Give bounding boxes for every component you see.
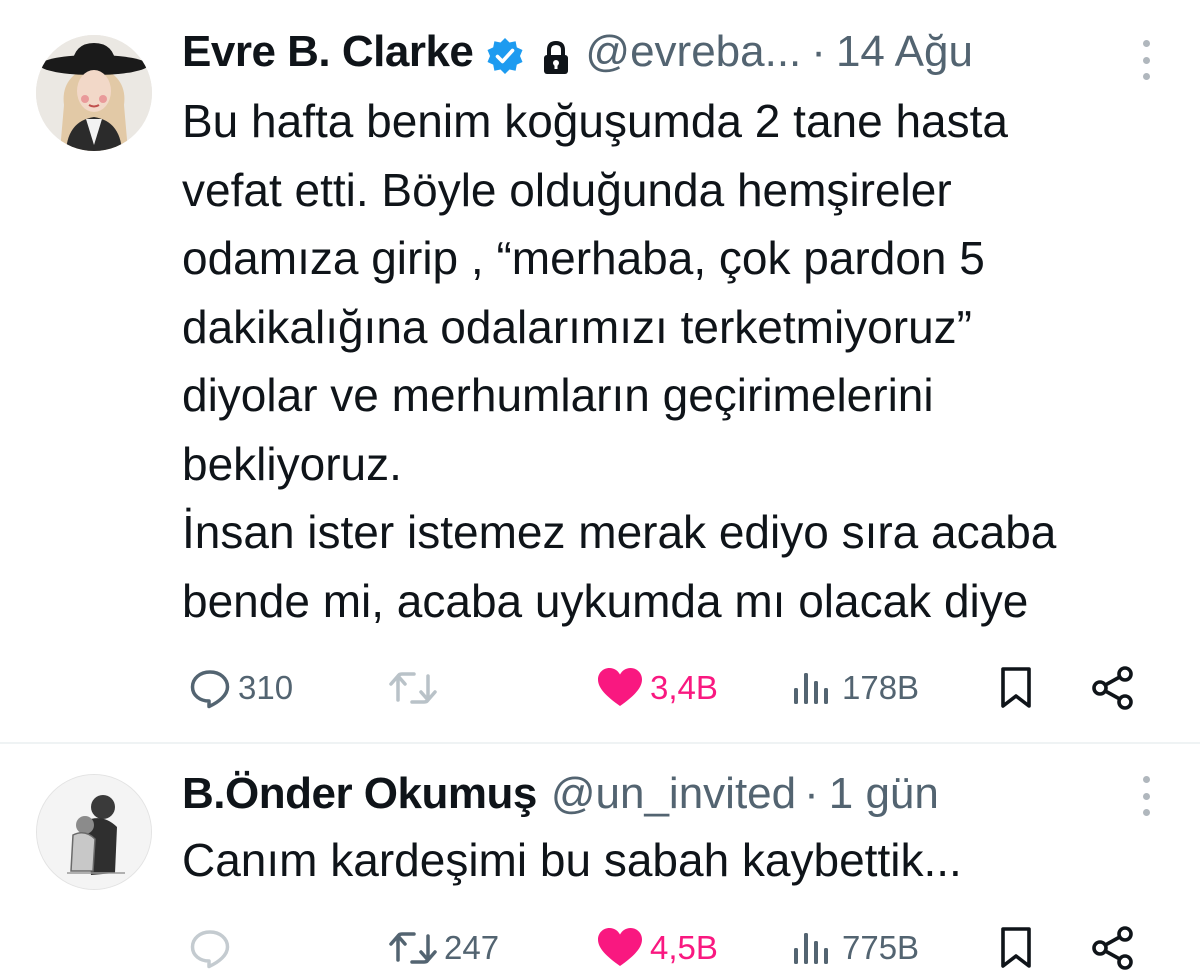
bookmark-icon: [994, 924, 1038, 972]
views-icon: [788, 666, 836, 710]
lock-icon: [541, 33, 571, 74]
reply-icon: [188, 926, 232, 970]
tweet-header: Evre B. Clarke @evreba... · 14 Ağu: [182, 22, 1164, 82]
like-button[interactable]: 3,4B: [596, 658, 718, 718]
retweet-count: 247: [444, 929, 500, 966]
timestamp[interactable]: 14 Ağu: [836, 22, 973, 82]
views-button[interactable]: 178B: [788, 658, 919, 718]
timestamp[interactable]: 1 gün: [829, 764, 939, 824]
avatar[interactable]: [36, 774, 152, 890]
tweet[interactable]: B.Önder Okumuş @un_invited · 1 gün Canım…: [0, 744, 1200, 978]
more-vertical-icon[interactable]: [1140, 776, 1152, 816]
tweet-text: Canım kardeşimi bu sabah kaybettik...: [182, 834, 962, 886]
retweet-icon: [388, 926, 438, 970]
views-count: 775B: [842, 929, 920, 966]
author-handle[interactable]: @un_invited: [551, 764, 796, 824]
heart-icon: [596, 926, 644, 970]
share-icon: [1088, 923, 1138, 973]
separator-dot: ·: [811, 27, 826, 76]
bookmark-button[interactable]: [994, 658, 1038, 718]
tweet-text: Bu hafta benim koğuşumda 2 tane hasta ve…: [182, 95, 1057, 627]
verified-badge-icon: [485, 32, 525, 74]
share-button[interactable]: [1088, 658, 1138, 718]
tweet-actions: 310 3,4B 178B: [0, 658, 1200, 718]
bookmark-button[interactable]: [994, 918, 1038, 978]
separator-dot: ·: [804, 769, 819, 818]
avatar[interactable]: [36, 35, 152, 151]
heart-icon: [596, 666, 644, 710]
retweet-icon: [388, 666, 438, 710]
author-name[interactable]: Evre B. Clarke: [182, 22, 474, 82]
bookmark-icon: [994, 664, 1038, 712]
reply-count: 310: [238, 669, 294, 706]
views-count: 178B: [842, 669, 920, 706]
like-count: 4,5B: [650, 929, 718, 966]
author-name[interactable]: B.Önder Okumuş: [182, 764, 537, 824]
tweet[interactable]: Evre B. Clarke @evreba... · 14 Ağu Bu ha…: [0, 0, 1200, 742]
like-count: 3,4B: [650, 669, 718, 706]
views-icon: [788, 926, 836, 970]
more-vertical-icon[interactable]: [1140, 40, 1152, 80]
views-button[interactable]: 775B: [788, 918, 919, 978]
share-button[interactable]: [1088, 918, 1138, 978]
reply-icon: [188, 666, 232, 710]
like-button[interactable]: 4,5B: [596, 918, 718, 978]
retweet-button[interactable]: 247: [388, 918, 499, 978]
reply-button[interactable]: 310: [188, 658, 293, 718]
author-handle[interactable]: @evreba...: [585, 22, 801, 82]
share-icon: [1088, 663, 1138, 713]
retweet-button[interactable]: [388, 658, 444, 718]
tweet-header: B.Önder Okumuş @un_invited · 1 gün: [182, 764, 1164, 824]
reply-button[interactable]: [188, 918, 238, 978]
tweet-actions: 247 4,5B 775B: [0, 918, 1200, 978]
